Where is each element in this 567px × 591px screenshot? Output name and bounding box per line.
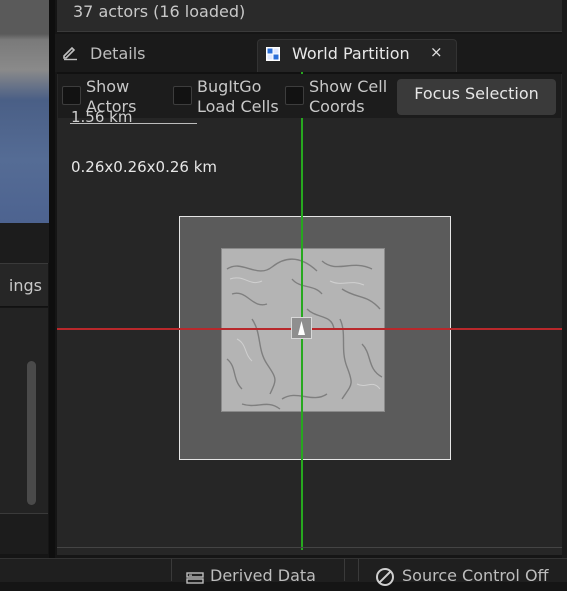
right-edge (562, 0, 567, 558)
prohibited-icon (375, 567, 395, 587)
left-panel-tab[interactable]: ings (0, 263, 48, 307)
viewport-preview[interactable] (0, 0, 49, 223)
focus-selection-button[interactable]: Focus Selection (397, 79, 556, 115)
left-panel-content (0, 308, 48, 514)
y-axis-line (301, 72, 303, 550)
left-panel-scrollbar[interactable] (27, 361, 36, 505)
panel-bottom-border (57, 547, 562, 548)
source-control-label: Source Control Off (402, 566, 549, 585)
left-panel-spacer (0, 223, 49, 263)
actors-count-label: 37 actors (16 loaded) (73, 2, 246, 21)
derived-data-label: Derived Data (210, 566, 316, 585)
show-cell-coords-checkbox[interactable] (285, 86, 304, 105)
show-actors-checkbox[interactable] (62, 86, 81, 105)
grid-icon (266, 46, 280, 61)
pencil-icon (61, 43, 79, 65)
close-icon[interactable]: × (430, 43, 443, 61)
tab-world-partition-label: World Partition (292, 44, 410, 63)
left-panel-footer (0, 514, 48, 554)
bugitgo-load-cells-label: BugItGo Load Cells (197, 77, 279, 116)
world-dimensions-label: 0.26x0.26x0.26 km (71, 158, 218, 176)
bugitgo-load-cells-checkbox[interactable] (173, 86, 192, 105)
show-cell-coords-label: Show Cell Coords (309, 77, 388, 116)
tab-details-label: Details (90, 44, 146, 63)
panel-splitter[interactable] (49, 0, 55, 558)
camera-icon[interactable] (291, 317, 312, 339)
left-panel-tab-label: ings (8, 276, 42, 295)
scale-bar (70, 123, 197, 124)
tab-details[interactable] (57, 39, 253, 72)
database-icon (186, 569, 204, 584)
